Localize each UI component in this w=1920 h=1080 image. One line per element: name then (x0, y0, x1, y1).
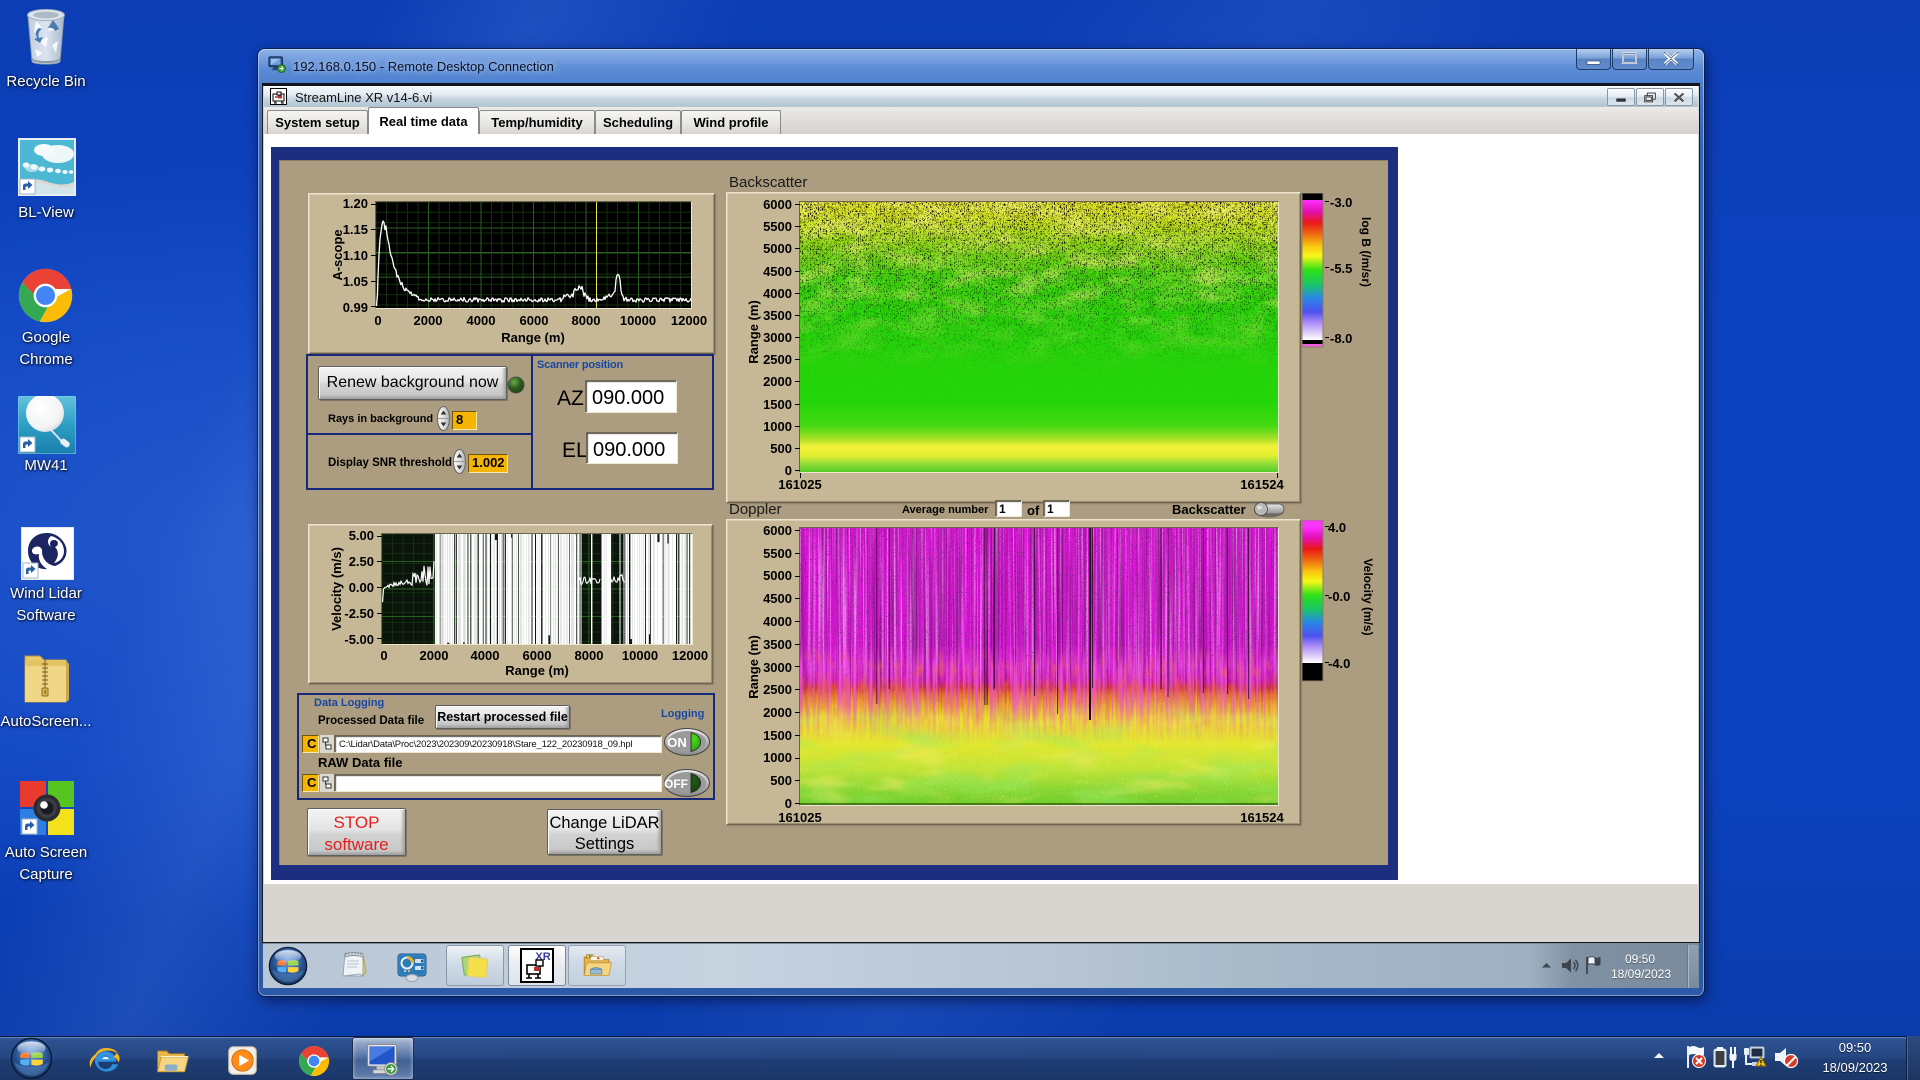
svg-text:OFF: OFF (664, 777, 688, 791)
svg-text:ON: ON (667, 735, 687, 750)
